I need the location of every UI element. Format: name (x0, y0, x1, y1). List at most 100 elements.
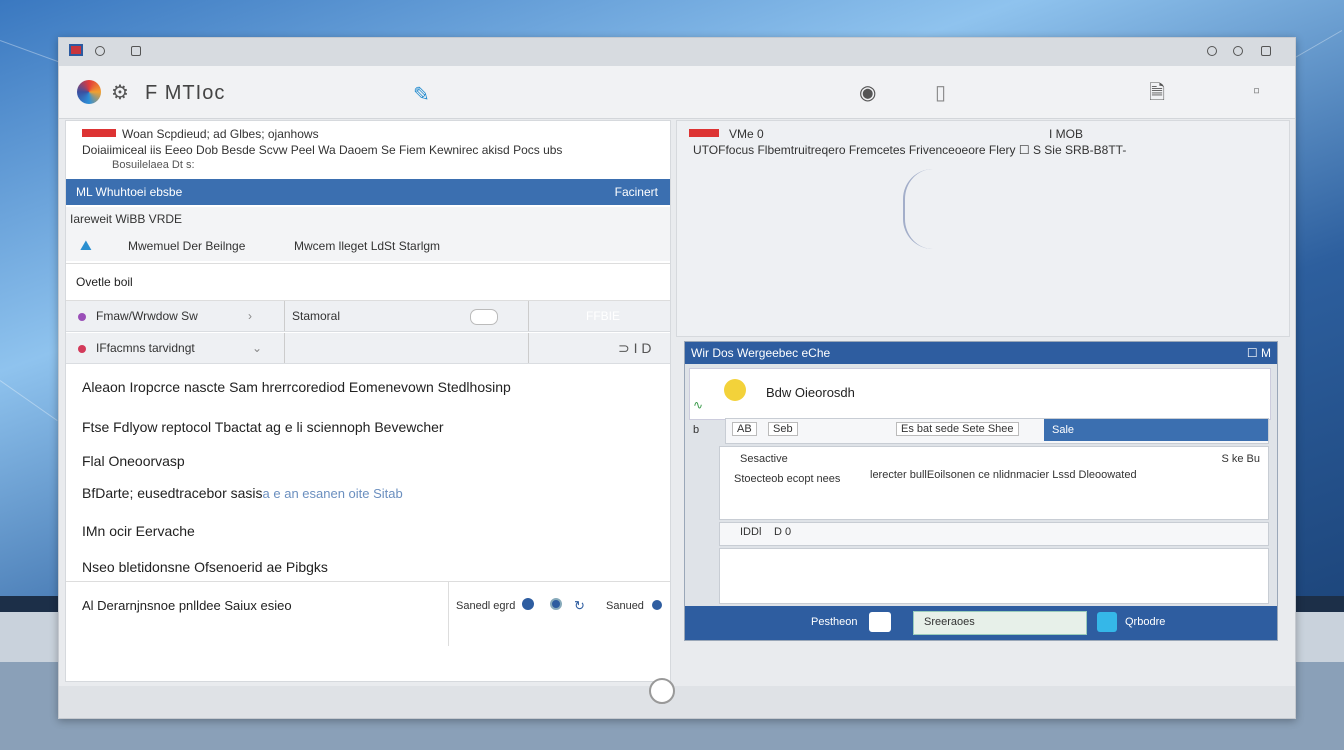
toolbar: ⚙ F MTIoc ✎ ◉ ▯ 🗎 ▫ (59, 66, 1295, 119)
embedded-toolbar-row: AB Seb Es bat sede Sete Shee Sale (725, 418, 1269, 444)
gear-icon[interactable]: ⚙ (111, 80, 129, 105)
row-mid: Stamoral (292, 309, 341, 323)
list-item[interactable]: BfDarte; eusedtracebor sasisa e an esane… (82, 485, 403, 501)
divider (448, 582, 449, 646)
row-right: ⊃ I D (618, 340, 652, 356)
embedded-input[interactable]: Sreeraoes (913, 611, 1087, 635)
input-value: Sreeraoes (924, 616, 975, 628)
left-pane: Woan Scpdieud; ad Glbes; ojanhows Doiaii… (65, 120, 671, 682)
sub-row-left: Mwemuel Der Beilnge (128, 239, 246, 253)
sub-row-right: Mwcem lleget LdSt Starlgm (294, 239, 441, 253)
status-badge (82, 129, 116, 137)
search-box[interactable]: Es bat sede Sete Shee (896, 422, 1019, 436)
list-item[interactable]: IMn ocir Eervache (82, 523, 195, 539)
row-label: Fmaw/Wrwdow Sw (78, 301, 198, 331)
embedded-row: IDDl D 0 (719, 522, 1269, 546)
search-field[interactable]: Ovetle boil (66, 263, 670, 301)
refresh-icon[interactable]: ↻ (574, 598, 585, 614)
app-title: F MTIoc (145, 82, 226, 104)
panel-right: S ke Bu (1221, 453, 1260, 465)
tab-seb[interactable]: Seb (768, 422, 798, 436)
view-icon[interactable] (869, 612, 891, 632)
embedded-panel: Sesactive S ke Bu Stoecteob ecopt nees l… (719, 446, 1269, 520)
window-menu-icon[interactable] (95, 46, 105, 56)
bookmark-icon[interactable]: b (693, 424, 699, 436)
panel-text: Stoecteob ecopt nees (734, 473, 841, 485)
divider (528, 301, 529, 331)
section-action[interactable]: Facinert (615, 185, 658, 199)
list-item[interactable]: Ftse Fdlyow reptocol Tbactat ag e li sci… (82, 419, 444, 435)
list-item[interactable]: Aleaon Iropcrce nascte Sam hrerrcorediod… (82, 379, 511, 395)
panel-label: Sesactive (740, 453, 788, 465)
chart-icon: ⛰ (80, 237, 92, 253)
list-item[interactable]: Nseo bletidonsne Ofsenoerid ae Pibgks (82, 559, 328, 575)
footer-row: Al Derarnjnsnoe pnlldee Saiux esieo Sane… (66, 581, 670, 646)
minimize-icon[interactable] (1207, 46, 1217, 56)
desktop-crack (0, 380, 58, 422)
info-line: Bosuilelaea Dt s: (112, 159, 195, 171)
row-label: IFfacmns tarvidngt (78, 333, 195, 363)
document-icon[interactable]: 🗎 (1149, 78, 1165, 112)
info-line: Woan Scpdieud; ad Glbes; ojanhows (122, 127, 319, 141)
table-row[interactable]: Fmaw/Wrwdow Sw › Stamoral FFBIE (66, 301, 670, 332)
divider (284, 301, 285, 331)
app-logo-icon (77, 80, 101, 104)
footer-link[interactable]: Sanedl egrd (456, 600, 515, 612)
info-line: Doiaiimiceal iis Eeeo Dob Besde Scvw Pee… (82, 143, 563, 157)
close-icon[interactable] (1261, 46, 1271, 56)
divider (284, 333, 285, 363)
status-badge (689, 129, 719, 137)
embedded-content-area (719, 548, 1269, 604)
info-line: VMe 0 (729, 127, 764, 141)
row-tag[interactable]: D 0 (774, 526, 791, 538)
divider (528, 333, 529, 363)
chevron-down-icon[interactable]: ⌄ (252, 333, 262, 363)
more-icon[interactable]: ▫ (1253, 80, 1260, 103)
section-header: ML Whuhtoei ebsbe Facinert (66, 179, 670, 205)
radio-icon[interactable] (652, 600, 662, 610)
sub-row: ⛰ Mwemuel Der Beilnge Mwcem lleget LdSt … (66, 231, 670, 261)
embedded-window: Wir Dos Wergeebec eChe ☐ M Bdw Oieorosdh… (684, 341, 1278, 641)
section-title: ML Whuhtoei ebsbe (76, 185, 183, 199)
row-right: FFBIE (586, 309, 621, 323)
embedded-status-bar: Pestheon Sreeraoes Qrbodre (685, 606, 1277, 640)
maximize-icon[interactable] (1233, 46, 1243, 56)
status-right: Qrbodre (1125, 616, 1166, 628)
card-title: Bdw Oieorosdh (766, 385, 855, 400)
main-window: ⚙ F MTIoc ✎ ◉ ▯ 🗎 ▫ Woan Scpdieud; ad Gl… (58, 37, 1296, 719)
right-pane: VMe 0 I MOB UTOFfocus Flbemtruitreqero F… (676, 120, 1290, 337)
sparkline-icon: ∿ (693, 398, 704, 412)
blue-action-bar[interactable]: Sale (1044, 419, 1268, 441)
footer-link[interactable]: Sanued (606, 600, 644, 612)
panel-text: lerecter bullEoilsonen ce nlidnmacier Ls… (870, 469, 1137, 481)
footer-label: Al Derarnjnsnoe pnlldee Saiux esieo (82, 598, 292, 613)
table-row[interactable]: IFfacmns tarvidngt ⌄ ⊃ I D (66, 333, 670, 364)
status-bar (59, 686, 1295, 718)
list-item[interactable]: Flal Oneoorvasp (82, 453, 185, 469)
embedded-window-controls[interactable]: ☐ M (1247, 346, 1271, 360)
row-tag[interactable]: IDDl (740, 526, 761, 538)
embedded-window-title: Wir Dos Wergeebec eChe (691, 346, 831, 360)
desktop-crack (1289, 30, 1343, 61)
puzzle-icon[interactable]: ✎ (413, 82, 430, 107)
camera-icon[interactable]: ◉ (859, 80, 876, 105)
title-bar (59, 38, 1295, 66)
radio-icon[interactable] (550, 598, 562, 610)
radio-icon[interactable] (522, 598, 534, 610)
field-label: Ovetle boil (76, 275, 133, 289)
scribble-mark (903, 169, 945, 249)
toggle-switch[interactable] (470, 309, 498, 325)
window-restore-icon[interactable] (131, 46, 141, 56)
user-avatar-icon (724, 379, 746, 401)
status-dot-icon (78, 312, 86, 321)
list-item-faint: a e an esanen oite Sitab (262, 486, 403, 501)
sub-header: Iareweit WiBB VRDE (66, 207, 670, 231)
chevron-right-icon[interactable]: › (248, 301, 252, 331)
marker-icon[interactable]: ▯ (935, 80, 946, 105)
status-dot-icon (78, 344, 86, 353)
sub-header-label: Iareweit WiBB VRDE (70, 212, 183, 226)
app-window-icon (69, 44, 83, 56)
send-icon[interactable] (1097, 612, 1117, 632)
tab-ab[interactable]: AB (732, 422, 757, 436)
home-button-icon[interactable] (649, 678, 675, 704)
